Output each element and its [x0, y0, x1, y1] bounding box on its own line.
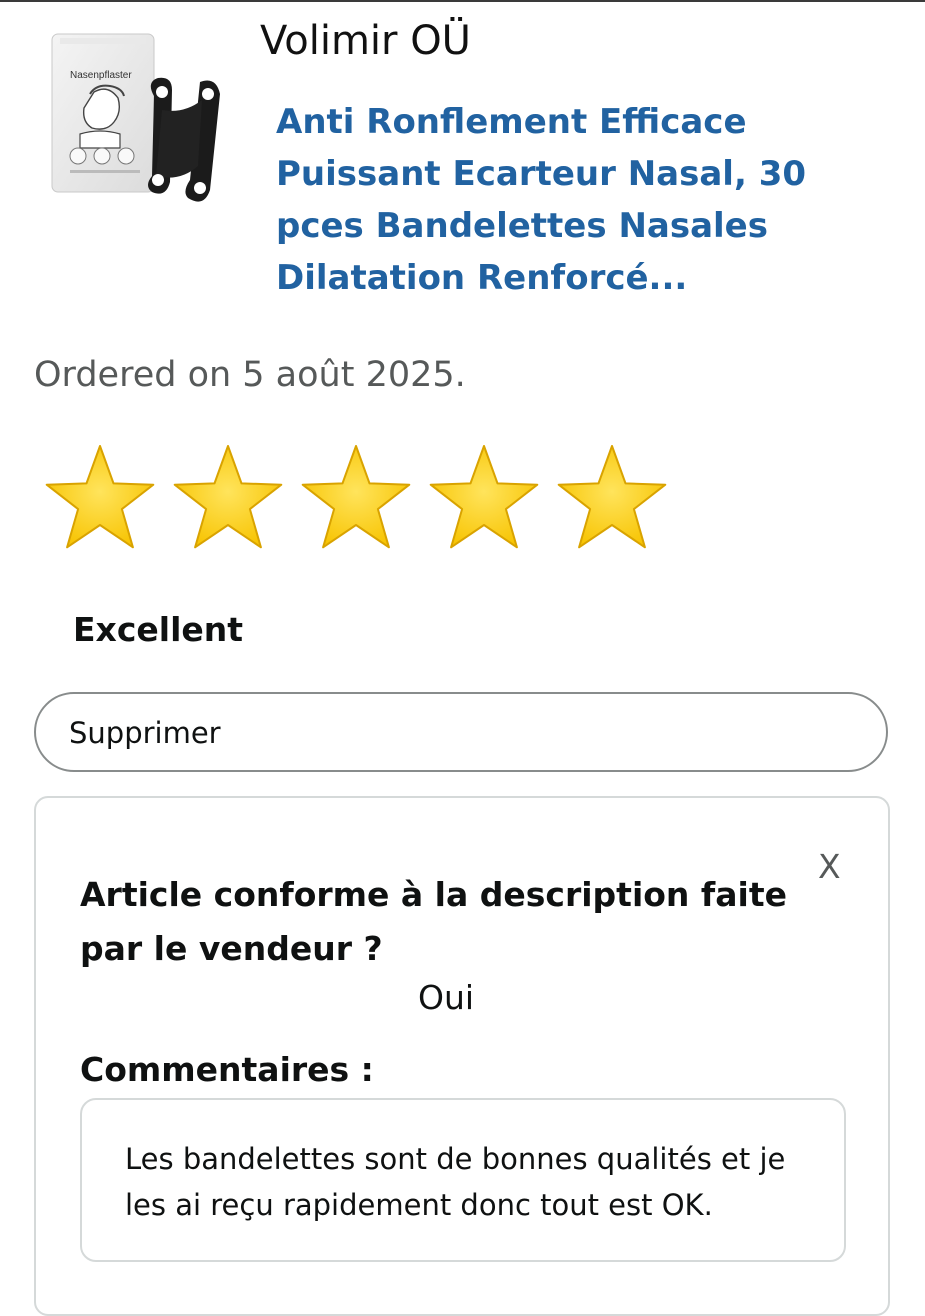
product-thumbnail[interactable]: Nasenpflaster: [50, 30, 240, 210]
comment-text: Les bandelettes sont de bonnes qualités …: [125, 1142, 786, 1222]
order-date: Ordered on 5 août 2025.: [34, 355, 466, 395]
conformity-question: Article conforme à la description faite …: [80, 875, 788, 968]
comments-heading: Commentaires :: [80, 1050, 374, 1089]
product-image: Nasenpflaster: [51, 33, 220, 202]
top-divider: [0, 0, 925, 2]
seller-name: Volimir OÜ: [260, 18, 471, 64]
star-icon[interactable]: [40, 442, 160, 554]
delete-button-label: Supprimer: [69, 716, 221, 750]
product-title-link[interactable]: Anti Ronflement Efficace Puissant Ecarte…: [276, 96, 836, 304]
package-label: Nasenpflaster: [70, 70, 132, 81]
star-icon[interactable]: [424, 442, 544, 554]
rating-label: Excellent: [73, 610, 244, 649]
star-rating[interactable]: [40, 442, 680, 557]
conformity-answer: Oui: [417, 978, 475, 1017]
star-icon[interactable]: [168, 442, 288, 554]
star-icon[interactable]: [552, 442, 672, 554]
star-icon[interactable]: [296, 442, 416, 554]
delete-button[interactable]: Supprimer: [34, 692, 888, 772]
